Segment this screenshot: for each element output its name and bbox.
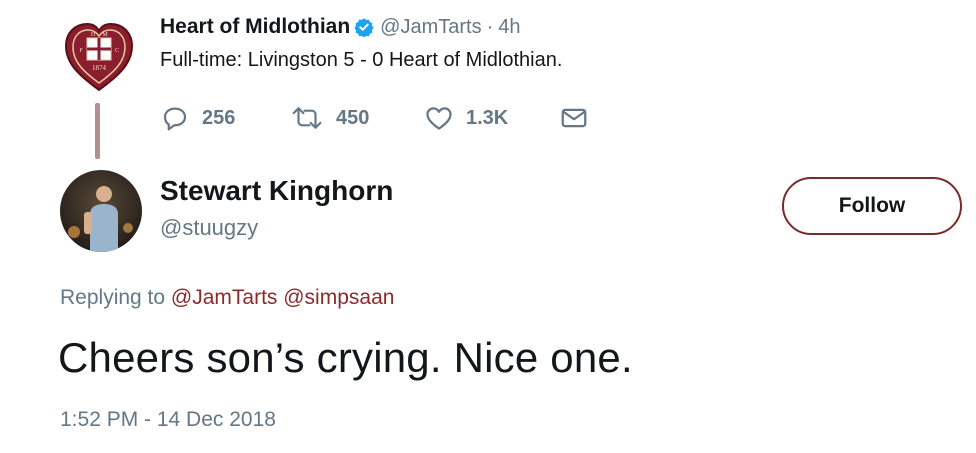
parent-tweet-header: Heart of Midlothian @JamTarts · 4h [160,13,521,41]
heart-icon [426,107,452,130]
crest-letter-m: M [102,32,108,38]
hearts-crest-logo: H M F C 1874 [64,22,134,92]
verified-badge-icon [354,18,374,37]
retweet-count: 450 [336,106,370,129]
reply-tweet-text: Cheers son’s crying. Nice one. [58,334,633,381]
replying-to-line: Replying to @JamTarts @simpsaan [60,286,394,310]
reply-button[interactable]: 256 [160,103,290,133]
reply-icon [163,107,187,131]
user-photo-avatar [60,170,142,252]
parent-tweet-text: Full-time: Livingston 5 - 0 Heart of Mid… [160,49,563,71]
follow-button[interactable]: Follow [782,177,962,235]
avatar[interactable] [60,170,142,252]
crest-letter-c: C [115,48,119,54]
parent-display-name[interactable]: Heart of Midlothian [160,15,350,39]
hearts-crest-avatar[interactable]: H M F C 1874 [62,20,136,94]
retweet-icon [292,107,322,129]
parent-time[interactable]: 4h [498,16,520,39]
reply-count: 256 [202,106,236,129]
parent-handle[interactable]: @JamTarts [380,16,481,39]
crest-letter-h: H [91,32,96,38]
like-button[interactable]: 1.3K [424,103,559,133]
retweet-button[interactable]: 450 [290,103,424,133]
direct-message-button[interactable] [559,103,589,133]
thread-connector-line [95,103,100,159]
envelope-icon [561,108,587,128]
separator-dot: · [486,15,494,38]
like-count: 1.3K [466,106,509,129]
reply-handle[interactable]: @stuugzy [160,215,258,241]
reply-display-name[interactable]: Stewart Kinghorn [160,175,393,207]
crest-year: 1874 [92,64,107,72]
tweet-timestamp[interactable]: 1:52 PM - 14 Dec 2018 [60,408,276,432]
tweet-actions-bar: 256 450 1.3K [160,102,589,134]
replying-mentions[interactable]: @JamTarts @simpsaan [171,286,395,309]
replying-to-label: Replying to [60,286,166,309]
